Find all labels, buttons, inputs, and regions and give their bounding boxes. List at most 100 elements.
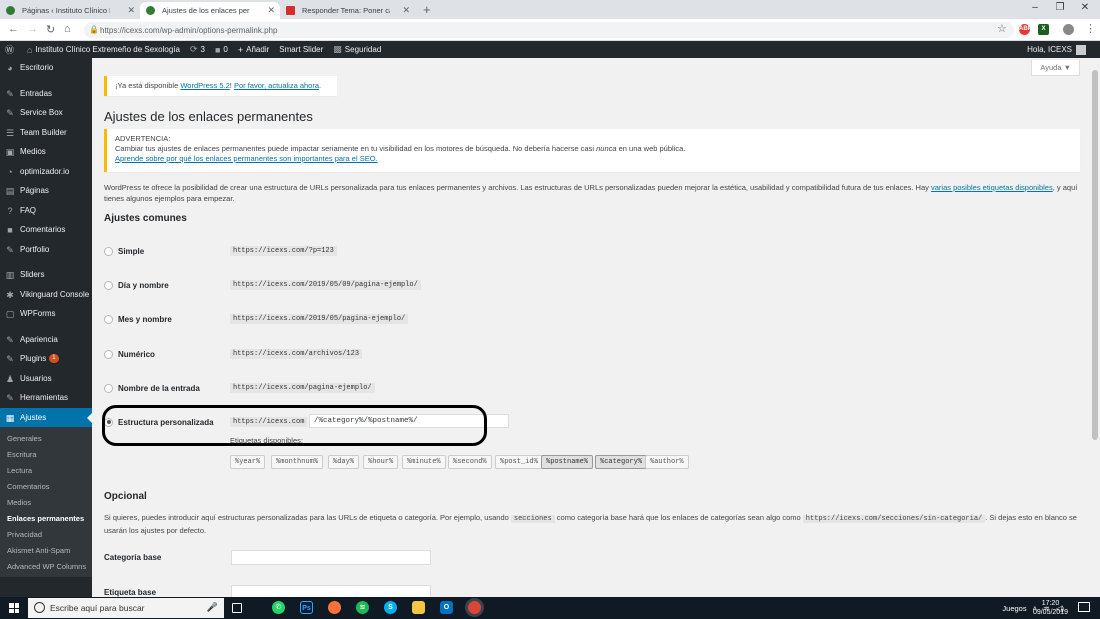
option-numeric[interactable]: Numérico <box>104 347 155 361</box>
close-window-icon[interactable]: ✕ <box>1075 2 1095 13</box>
outlook-icon[interactable]: O <box>440 601 453 614</box>
reload-icon[interactable]: ↻ <box>46 23 55 36</box>
help-button[interactable]: Ayuda ▼ <box>1031 60 1080 76</box>
radio-button[interactable] <box>104 349 113 359</box>
add-new-link[interactable]: + Añadir <box>238 45 269 55</box>
address-bar[interactable]: 🔒 https://icexs.com/wp-admin/options-per… <box>84 22 1014 38</box>
tag-button-second[interactable]: %second% <box>448 455 492 469</box>
comments-link[interactable]: ■ 0 <box>215 45 228 55</box>
tag-button-hour[interactable]: %hour% <box>363 455 399 469</box>
spotify-icon[interactable]: ≋ <box>356 601 369 614</box>
taskbar-clock[interactable]: 17:20 09/05/2019 <box>1033 599 1068 617</box>
tag-button-year[interactable]: %year% <box>230 455 266 469</box>
available-tags-link[interactable]: varias posibles etiquetas disponibles <box>931 183 1053 192</box>
submenu-item-privacidad[interactable]: Privacidad <box>0 526 92 542</box>
file-explorer-icon[interactable] <box>412 601 425 614</box>
updates-link[interactable]: ⟳ 3 <box>190 44 205 55</box>
sidebar-item-sliders[interactable]: ▥ Sliders <box>0 265 92 285</box>
category-base-input[interactable] <box>231 550 431 565</box>
submenu-item-advanced-wp-columns[interactable]: Advanced WP Columns <box>0 558 92 574</box>
restore-icon[interactable]: ❐ <box>1050 2 1070 13</box>
sidebar-item-faq[interactable]: ? FAQ <box>0 201 92 221</box>
smart-slider-link[interactable]: Smart Slider <box>279 45 323 54</box>
tag-button-postname[interactable]: %postname% <box>541 455 594 469</box>
option-day-name[interactable]: Día y nombre <box>104 278 169 292</box>
wordpress-logo-icon[interactable]: Ⓦ <box>5 43 17 56</box>
chrome-icon[interactable] <box>468 601 481 614</box>
firefox-icon[interactable] <box>328 601 341 614</box>
site-name-link[interactable]: ⌂ Instituto Clínico Extremeño de Sexologí… <box>27 45 180 55</box>
adblock-extension-icon[interactable]: ABP <box>1019 24 1032 35</box>
sidebar-item-service-box[interactable]: ✎ Service Box <box>0 103 92 123</box>
scrollbar-thumb[interactable] <box>1092 70 1098 440</box>
photoshop-icon[interactable]: Ps <box>300 601 313 614</box>
games-label[interactable]: Juegos <box>1002 604 1026 613</box>
submenu-item-enlaces-permanentes[interactable]: Enlaces permanentes <box>0 510 92 526</box>
radio-button[interactable] <box>104 246 113 256</box>
browser-tab-1[interactable]: Páginas ‹ Instituto Clínico Extrem ✕ <box>0 2 140 19</box>
back-icon[interactable]: ← <box>8 23 19 35</box>
sidebar-item-entradas[interactable]: ✎ Entradas <box>0 84 92 104</box>
sidebar-item-apariencia[interactable]: ✎ Apariencia <box>0 330 92 350</box>
option-post-name[interactable]: Nombre de la entrada <box>104 381 200 395</box>
sidebar-item-plugins[interactable]: ✎ Plugins 1 <box>0 349 92 369</box>
task-view-icon[interactable] <box>232 603 242 613</box>
tag-button-monthnum[interactable]: %monthnum% <box>271 455 324 469</box>
windows-start-icon[interactable] <box>9 603 19 613</box>
tag-button-category[interactable]: %category% <box>595 455 648 469</box>
browser-tab-3[interactable]: Responder Tema: Poner categoría ✕ <box>280 2 415 19</box>
new-tab-icon[interactable]: + <box>423 2 431 17</box>
chrome-menu-icon[interactable]: ⋮ <box>1085 22 1096 35</box>
sidebar-item-comentarios[interactable]: ■ Comentarios <box>0 220 92 240</box>
profile-avatar-icon[interactable] <box>1063 24 1074 35</box>
minimize-icon[interactable]: – <box>1025 2 1045 13</box>
page-scrollbar[interactable] <box>1090 58 1100 597</box>
security-link[interactable]: ▩ Seguridad <box>333 44 381 55</box>
wordpress-version-link[interactable]: WordPress 5.2 <box>180 81 229 90</box>
sidebar-item-ajustes[interactable]: ▦ Ajustes <box>0 407 92 427</box>
tag-button-author[interactable]: %author% <box>645 455 689 469</box>
close-tab-icon[interactable]: ✕ <box>127 5 135 16</box>
taskbar-search-input[interactable]: Escribe aquí para buscar <box>28 598 224 618</box>
option-month-name[interactable]: Mes y nombre <box>104 312 172 326</box>
browser-tab-2[interactable]: Ajustes de los enlaces permanen ✕ <box>140 2 280 19</box>
update-now-link[interactable]: Por favor, actualiza ahora <box>234 81 319 90</box>
submenu-item-medios[interactable]: Medios <box>0 494 92 510</box>
tag-button-post-id[interactable]: %post_id% <box>495 455 543 469</box>
skype-icon[interactable]: S <box>384 601 397 614</box>
whatsapp-icon[interactable]: ✆ <box>272 601 285 614</box>
option-simple[interactable]: Simple <box>104 244 144 258</box>
sidebar-item-usuarios[interactable]: ♟ Usuarios <box>0 369 92 389</box>
close-tab-icon[interactable]: ✕ <box>267 5 275 16</box>
microphone-icon[interactable]: 🎤 <box>206 601 219 614</box>
radio-button[interactable] <box>104 314 113 324</box>
tag-base-input[interactable] <box>231 585 431 597</box>
sidebar-item-p-ginas[interactable]: ▤ Páginas <box>0 181 92 201</box>
radio-button[interactable] <box>104 280 113 290</box>
forward-icon[interactable]: → <box>27 23 38 35</box>
seo-learn-more-link[interactable]: Aprende sobre por qué los enlaces perman… <box>115 154 378 163</box>
user-account-menu[interactable]: Hola, ICEXS <box>1027 41 1086 58</box>
sidebar-item-team-builder[interactable]: ☰ Team Builder <box>0 123 92 143</box>
submenu-item-generales[interactable]: Generales <box>0 430 92 446</box>
extension-icon[interactable]: X <box>1038 24 1049 35</box>
submenu-item-lectura[interactable]: Lectura <box>0 462 92 478</box>
radio-button[interactable] <box>104 383 113 393</box>
bookmark-star-icon[interactable]: ☆ <box>997 22 1007 35</box>
sidebar-item-wpforms[interactable]: ▢ WPForms <box>0 304 92 324</box>
submenu-item-escritura[interactable]: Escritura <box>0 446 92 462</box>
close-tab-icon[interactable]: ✕ <box>402 5 410 16</box>
sidebar-item-vikinguard-console[interactable]: ✱ Vikinguard Console <box>0 285 92 305</box>
sidebar-item-portfolio[interactable]: ✎ Portfolio <box>0 240 92 260</box>
home-icon[interactable]: ⌂ <box>64 23 71 35</box>
tag-button-minute[interactable]: %minute% <box>402 455 446 469</box>
sidebar-item-herramientas[interactable]: ✎ Herramientas <box>0 388 92 408</box>
sidebar-item-optimizador-io[interactable]: ◔ optimizador.io <box>0 162 92 182</box>
tag-button-day[interactable]: %day% <box>328 455 360 469</box>
howdy-text: Hola, ICEXS <box>1027 45 1072 54</box>
submenu-item-akismet-anti-spam[interactable]: Akismet Anti-Spam <box>0 542 92 558</box>
sidebar-item-medios[interactable]: ▣ Medios <box>0 142 92 162</box>
sidebar-item-escritorio[interactable]: ◕ Escritorio <box>0 58 92 78</box>
submenu-item-comentarios[interactable]: Comentarios <box>0 478 92 494</box>
notifications-icon[interactable] <box>1078 602 1090 612</box>
